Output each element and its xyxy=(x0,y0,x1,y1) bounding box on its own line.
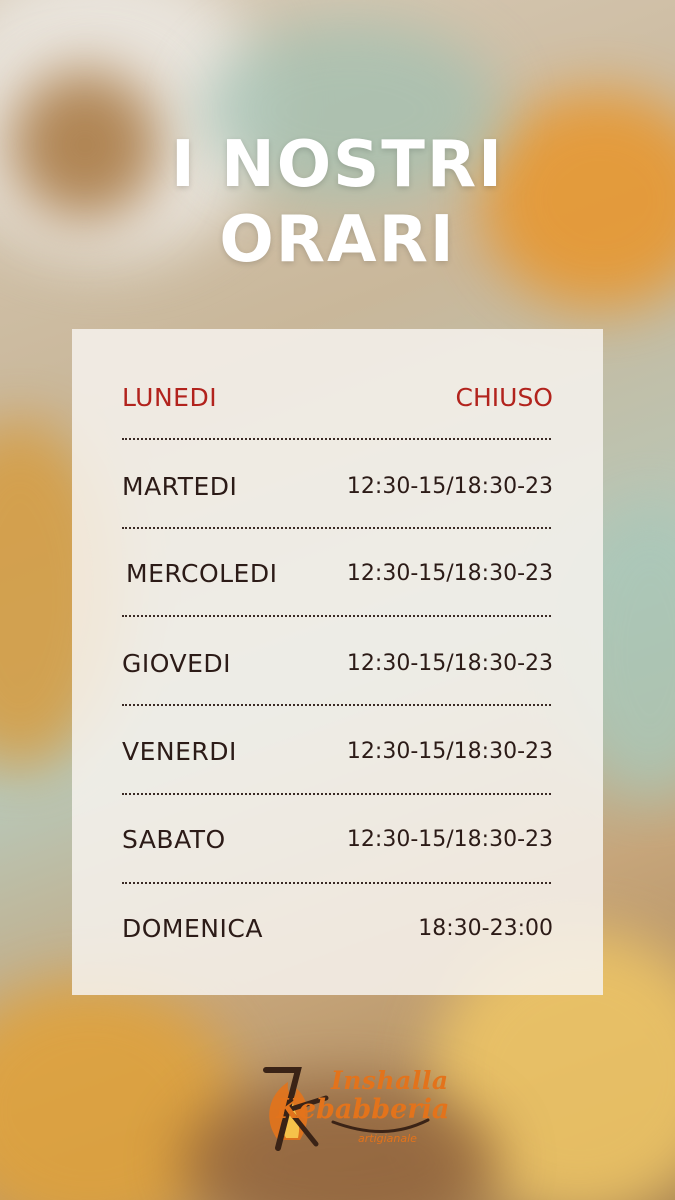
hours-value: 12:30-15/18:30-23 xyxy=(346,650,553,676)
opening-hours-panel: LUNEDI CHIUSO MARTEDI 12:30-15/18:30-23 … xyxy=(72,329,603,995)
dotted-separator xyxy=(122,704,551,706)
page-title: I NOSTRI ORARI xyxy=(0,128,675,278)
logo-text-inshalla: Inshalla xyxy=(331,1066,449,1095)
dotted-separator xyxy=(122,615,551,617)
hours-value: CHIUSO xyxy=(455,382,553,412)
schedule-row-venerdi: VENERDI 12:30-15/18:30-23 xyxy=(122,731,553,771)
title-line-1: I NOSTRI xyxy=(171,128,504,202)
schedule-row-mercoledi: MERCOLEDI 12:30-15/18:30-23 xyxy=(126,553,553,593)
hours-value: 12:30-15/18:30-23 xyxy=(346,473,553,499)
hours-value: 18:30-23:00 xyxy=(418,915,553,941)
day-label: MARTEDI xyxy=(122,471,238,501)
schedule-row-martedi: MARTEDI 12:30-15/18:30-23 xyxy=(122,466,553,506)
title-line-2: ORARI xyxy=(219,203,456,277)
hours-value: 12:30-15/18:30-23 xyxy=(346,826,553,852)
dotted-separator xyxy=(122,527,551,529)
schedule-row-lunedi: LUNEDI CHIUSO xyxy=(122,377,553,417)
dotted-separator xyxy=(122,882,551,884)
day-label: GIOVEDI xyxy=(122,648,232,678)
dotted-separator xyxy=(122,438,551,440)
day-label: MERCOLEDI xyxy=(126,558,278,588)
schedule-row-sabato: SABATO 12:30-15/18:30-23 xyxy=(122,819,553,859)
day-label: VENERDI xyxy=(122,736,237,766)
day-label: DOMENICA xyxy=(122,913,263,943)
schedule-row-domenica: DOMENICA 18:30-23:00 xyxy=(122,908,553,948)
hours-value: 12:30-15/18:30-23 xyxy=(346,560,553,586)
logo-text-kebabberia: Kebabberia xyxy=(276,1094,450,1125)
brand-logo: Inshalla Kebabberia artigianale xyxy=(238,1040,450,1160)
day-label: LUNEDI xyxy=(122,382,218,412)
logo-text-artigianale: artigianale xyxy=(358,1132,417,1145)
dotted-separator xyxy=(122,793,551,795)
schedule-row-giovedi: GIOVEDI 12:30-15/18:30-23 xyxy=(122,643,553,683)
day-label: SABATO xyxy=(122,824,226,854)
hours-value: 12:30-15/18:30-23 xyxy=(346,738,553,764)
